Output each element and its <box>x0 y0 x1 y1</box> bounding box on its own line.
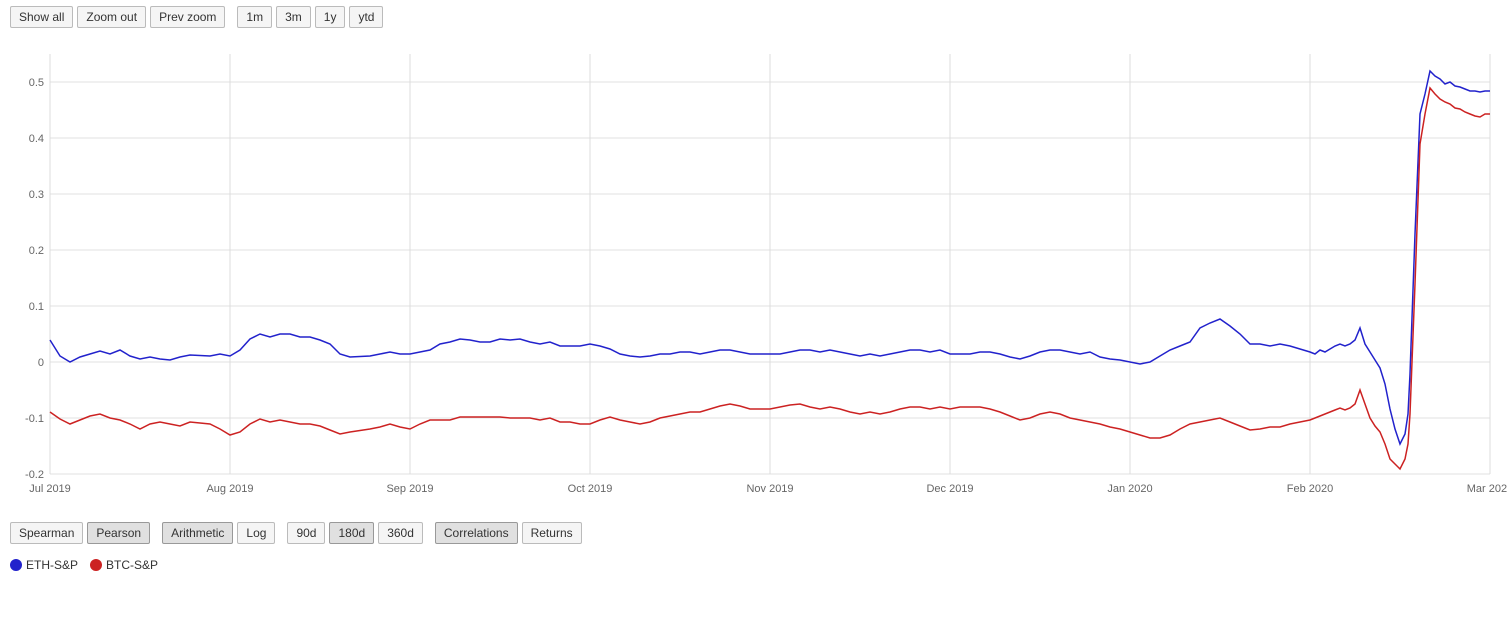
360d-button[interactable]: 360d <box>378 522 423 544</box>
svg-text:0: 0 <box>38 357 44 369</box>
chart-container: 0.5 0.4 0.3 0.2 0.1 0 -0.1 -0.2 <box>0 34 1507 514</box>
svg-text:0.5: 0.5 <box>29 77 44 89</box>
btc-sp-label: BTC-S&P <box>106 558 158 572</box>
chart-svg: 0.5 0.4 0.3 0.2 0.1 0 -0.1 -0.2 <box>0 34 1507 514</box>
bottom-toolbar: Spearman Pearson Arithmetic Log 90d 180d… <box>0 514 1507 552</box>
svg-text:Mar 2020: Mar 2020 <box>1467 483 1507 495</box>
svg-text:Nov 2019: Nov 2019 <box>746 483 793 495</box>
svg-text:0.2: 0.2 <box>29 245 44 257</box>
spearman-button[interactable]: Spearman <box>10 522 83 544</box>
show-all-button[interactable]: Show all <box>10 6 73 28</box>
svg-text:Feb 2020: Feb 2020 <box>1287 483 1333 495</box>
svg-text:Aug 2019: Aug 2019 <box>206 483 253 495</box>
log-button[interactable]: Log <box>237 522 275 544</box>
svg-text:-0.2: -0.2 <box>25 469 44 481</box>
eth-sp-legend-item: ETH-S&P <box>10 558 78 572</box>
svg-text:0.1: 0.1 <box>29 301 44 313</box>
zoom-out-button[interactable]: Zoom out <box>77 6 146 28</box>
svg-text:Dec 2019: Dec 2019 <box>926 483 973 495</box>
svg-text:Oct 2019: Oct 2019 <box>568 483 613 495</box>
svg-text:-0.1: -0.1 <box>25 413 44 425</box>
svg-text:Jan 2020: Jan 2020 <box>1107 483 1152 495</box>
eth-sp-label: ETH-S&P <box>26 558 78 572</box>
svg-text:Sep 2019: Sep 2019 <box>386 483 433 495</box>
prev-zoom-button[interactable]: Prev zoom <box>150 6 225 28</box>
btc-sp-dot <box>90 559 102 571</box>
returns-button[interactable]: Returns <box>522 522 582 544</box>
pearson-button[interactable]: Pearson <box>87 522 150 544</box>
period-ytd-button[interactable]: ytd <box>349 6 383 28</box>
svg-text:0.4: 0.4 <box>29 133 44 145</box>
svg-text:Jul 2019: Jul 2019 <box>29 483 71 495</box>
period-3m-button[interactable]: 3m <box>276 6 311 28</box>
90d-button[interactable]: 90d <box>287 522 325 544</box>
eth-sp-dot <box>10 559 22 571</box>
180d-button[interactable]: 180d <box>329 522 374 544</box>
period-1y-button[interactable]: 1y <box>315 6 346 28</box>
correlations-button[interactable]: Correlations <box>435 522 518 544</box>
top-toolbar: Show all Zoom out Prev zoom 1m 3m 1y ytd <box>0 0 1507 34</box>
period-1m-button[interactable]: 1m <box>237 6 272 28</box>
legend: ETH-S&P BTC-S&P <box>0 552 1507 578</box>
btc-sp-legend-item: BTC-S&P <box>90 558 158 572</box>
svg-text:0.3: 0.3 <box>29 189 44 201</box>
arithmetic-button[interactable]: Arithmetic <box>162 522 233 544</box>
